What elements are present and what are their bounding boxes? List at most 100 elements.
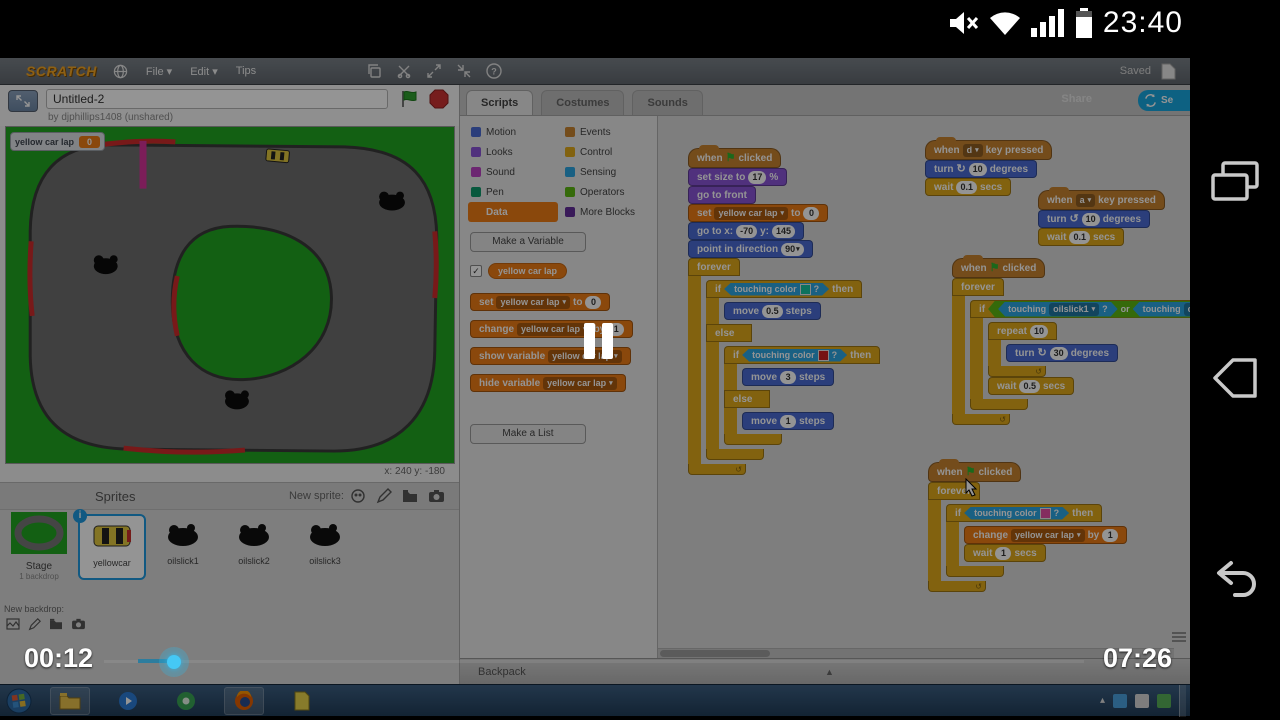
dropdown[interactable]: yellow car lap▾	[1011, 528, 1085, 542]
scratch-block[interactable]: turn ↻ 10 degrees	[925, 160, 1038, 178]
condition-block[interactable]: touching color?	[724, 283, 829, 296]
category-sound[interactable]: Sound	[468, 162, 558, 182]
horizontal-scrollbar[interactable]	[658, 648, 1174, 658]
value-input[interactable]: -70	[736, 224, 758, 238]
tab-sounds[interactable]: Sounds	[632, 90, 703, 115]
menu-item[interactable]: Edit ▾	[190, 65, 218, 78]
condition-block[interactable]: touching color?	[742, 349, 847, 362]
condition-block[interactable]: touchingoilslick2▾?	[1133, 302, 1190, 317]
scratch-block[interactable]: wait 0.1 secs	[925, 178, 1012, 196]
condition-block[interactable]: touching oilslick1 ▾?	[998, 302, 1118, 317]
sprite-card-oilslick1[interactable]: oilslick1	[149, 514, 217, 580]
see-project-page-button[interactable]: Se	[1138, 90, 1190, 111]
dropdown[interactable]: d ▾	[962, 143, 983, 157]
scratch-block[interactable]: point in direction 90 ▾	[688, 240, 813, 258]
taskbar-media-player-button[interactable]	[108, 687, 148, 715]
back-button[interactable]	[1207, 553, 1263, 609]
recent-apps-button[interactable]	[1207, 155, 1263, 211]
value-input[interactable]: 0.5	[762, 304, 783, 318]
condition-block[interactable]: touching color?	[964, 507, 1069, 520]
value-input[interactable]: 145	[772, 224, 796, 238]
camera-backdrop-icon[interactable]	[71, 618, 86, 630]
tray-icon-1[interactable]	[1113, 693, 1127, 708]
category-sensing[interactable]: Sensing	[562, 162, 652, 182]
taskbar-app-button[interactable]	[166, 687, 206, 715]
taskbar-document-button[interactable]	[282, 687, 322, 715]
make-list-button[interactable]: Make a List	[470, 424, 586, 444]
script-stack[interactable]: when a ▾ key pressed turn ↺ 10 degrees wait 0.1 se…	[1038, 187, 1165, 246]
value-input[interactable]: 1	[1102, 528, 1119, 542]
upload-sprite-icon[interactable]	[402, 489, 418, 503]
script-stack[interactable]: when ⚑ clicked forever if touching oilslick1 ▾?…	[952, 255, 1190, 425]
stage-card[interactable]: Stage 1 backdrop	[6, 512, 72, 598]
category-operators[interactable]: Operators	[562, 182, 652, 202]
scratch-block[interactable]: move 1 steps	[742, 412, 835, 430]
camera-sprite-icon[interactable]	[428, 489, 445, 503]
taskbar-firefox-button[interactable]	[224, 686, 264, 715]
scratch-block[interactable]: if touching color? then move 3 steps else move 1…	[724, 346, 881, 445]
scratch-block[interactable]: set yellow car lap ▾ to 0	[688, 204, 829, 222]
tray-icon-3[interactable]	[1157, 693, 1171, 708]
value-input[interactable]: 17	[748, 170, 767, 184]
scratch-block[interactable]: repeat 10 turn ↻ 30 degrees ↺	[988, 322, 1119, 377]
project-title-input[interactable]	[46, 89, 388, 109]
variable-visible-checkbox[interactable]: ✓	[470, 265, 482, 277]
variable-monitor[interactable]: yellow car lap 0	[10, 132, 106, 151]
category-events[interactable]: Events	[562, 122, 652, 142]
value-input[interactable]: 0	[585, 295, 602, 309]
menu-item[interactable]: Tips	[236, 65, 256, 78]
seek-thumb[interactable]	[159, 647, 189, 677]
color-swatch[interactable]	[1040, 508, 1051, 519]
stop-button[interactable]	[429, 89, 449, 114]
sprite-library-icon[interactable]	[350, 488, 366, 504]
share-button[interactable]: Share	[1061, 93, 1092, 105]
dropdown[interactable]: yellow car lap▾	[543, 376, 617, 390]
category-motion[interactable]: Motion	[468, 122, 558, 142]
value-input[interactable]: 10	[1030, 324, 1049, 338]
show-desktop-button[interactable]	[1179, 684, 1186, 717]
category-data[interactable]: Data	[468, 202, 558, 222]
value-input[interactable]: 3	[780, 370, 797, 384]
category-pen[interactable]: Pen	[468, 182, 558, 202]
duplicate-icon[interactable]	[366, 63, 382, 79]
sprite-info-button[interactable]: i	[73, 509, 87, 523]
color-swatch[interactable]	[800, 284, 811, 295]
script-stack[interactable]: when ⚑ clicked forever if touching color? then…	[928, 459, 1128, 592]
scratch-block[interactable]: wait 0.5 secs	[988, 377, 1075, 395]
script-stack[interactable]: when ⚑ clicked set size to 17% go to front set…	[688, 145, 881, 475]
scratch-block[interactable]: set yellow car lap ▾ to 0	[470, 293, 611, 311]
page-icon[interactable]	[1161, 63, 1176, 80]
scratch-block[interactable]: wait 0.1 secs	[1038, 228, 1125, 246]
scratch-block[interactable]: foreveriftouchingoilslick1▾?ortouchingoi…	[952, 278, 1190, 425]
scratch-block[interactable]: if touching color? then change yellow car la…	[946, 504, 1128, 577]
backpack-expand-icon[interactable]: ▲	[825, 667, 834, 677]
value-dropdown[interactable]: 90 ▾	[781, 242, 804, 256]
value-input[interactable]: 10	[968, 162, 987, 176]
dropdown[interactable]: yellow car lap▾	[496, 295, 570, 309]
color-swatch[interactable]	[818, 350, 829, 361]
tab-scripts[interactable]: Scripts	[466, 90, 534, 115]
delete-icon[interactable]	[396, 63, 412, 79]
menu-item[interactable]: File ▾	[146, 65, 172, 78]
stage[interactable]: yellow car lap 0	[5, 126, 455, 464]
scratch-block[interactable]: go to front	[688, 186, 756, 204]
category-more-blocks[interactable]: More Blocks	[562, 202, 652, 222]
make-variable-button[interactable]: Make a Variable	[470, 232, 586, 252]
sprite-card-oilslick2[interactable]: oilslick2	[220, 514, 288, 580]
dropdown[interactable]: yellow car lap▾	[517, 322, 591, 336]
presentation-mode-button[interactable]	[8, 90, 38, 112]
paint-sprite-icon[interactable]	[376, 488, 392, 504]
paint-backdrop-icon[interactable]	[28, 618, 41, 631]
scratch-block[interactable]: forever if touching color? then change yellow…	[928, 482, 1128, 592]
dropdown[interactable]: a ▾	[1075, 193, 1096, 207]
scratch-block[interactable]: turn ↺ 10 degrees	[1038, 210, 1151, 228]
value-input[interactable]: 30	[1049, 346, 1068, 360]
scratch-block[interactable]: if touching color? then move 0.5 steps else if t…	[706, 280, 881, 460]
upload-backdrop-icon[interactable]	[49, 618, 63, 630]
dropdown[interactable]: yellow car lap▾	[714, 206, 788, 220]
grow-icon[interactable]	[426, 63, 442, 79]
start-button[interactable]	[6, 688, 32, 714]
video-player[interactable]: SCRATCH File ▾ Edit ▾ Tips ? Saved Untit…	[0, 45, 1190, 720]
block-help-icon[interactable]: ?	[486, 63, 502, 79]
dropdown[interactable]: oilslick1 ▾	[1049, 303, 1099, 316]
